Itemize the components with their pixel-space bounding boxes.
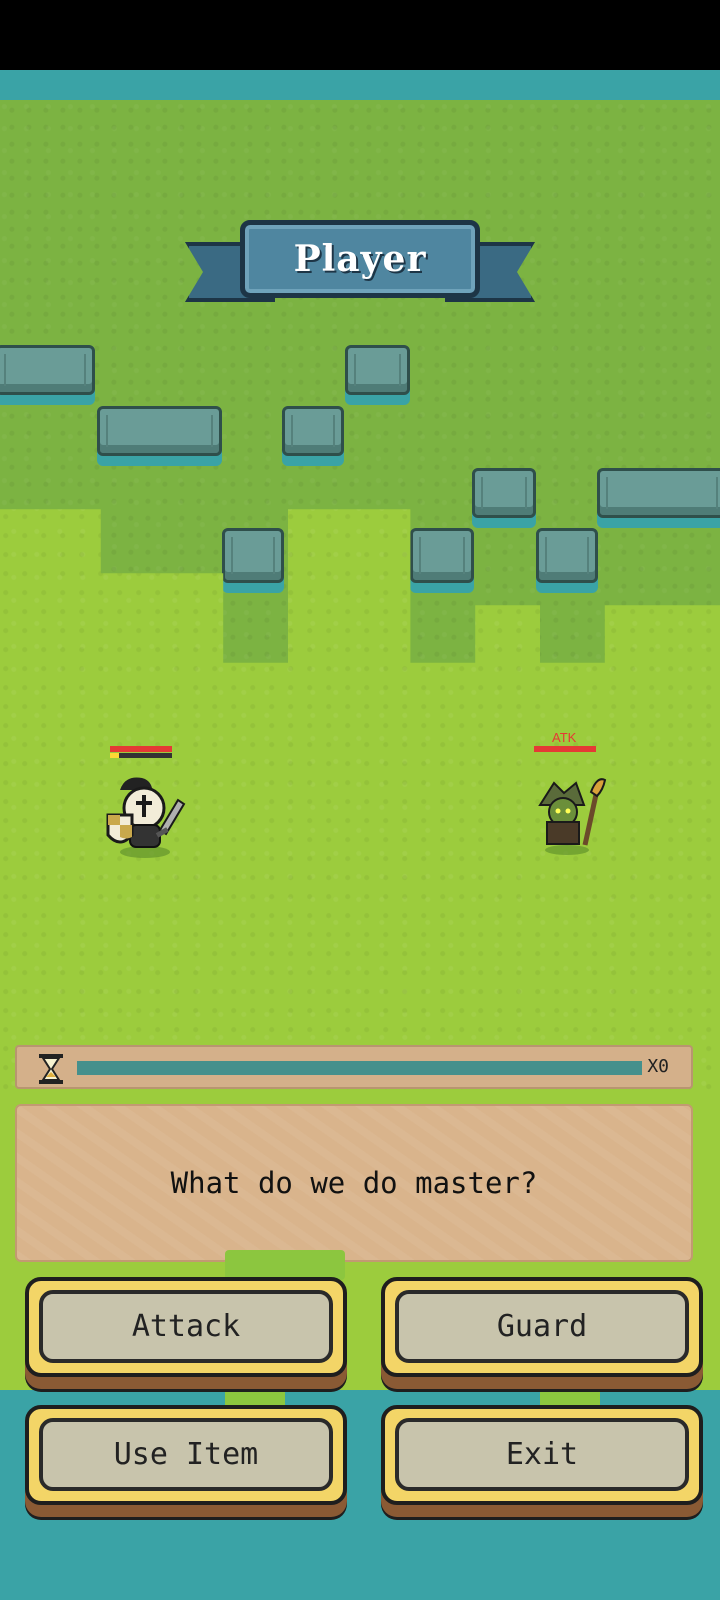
cliff-block — [536, 528, 598, 583]
banner-title: Player — [293, 238, 427, 280]
use-item-button-label: Use Item — [113, 1437, 259, 1472]
enemy-hp-bar — [534, 746, 596, 752]
use-item-button[interactable]: Use Item — [25, 1405, 347, 1505]
cliff-block — [0, 345, 95, 395]
exit-button-face: Exit — [395, 1418, 689, 1491]
banner-plate: Player — [240, 220, 480, 298]
grass-patch — [225, 1250, 345, 1280]
exit-button-label: Exit — [505, 1437, 579, 1472]
status-bar — [0, 0, 720, 70]
enemy-intent-label: ATK — [552, 730, 577, 745]
cliff-block — [282, 406, 344, 456]
cliff-block — [345, 345, 410, 395]
knight-sprite — [106, 777, 186, 858]
attack-button-face: Attack — [39, 1290, 333, 1363]
cliff-block — [97, 406, 222, 456]
turn-timer-panel: X0 — [15, 1045, 693, 1089]
cliff-block — [410, 528, 474, 583]
turn-multiplier: X0 — [647, 1056, 669, 1077]
dialog-text: What do we do master? — [170, 1166, 538, 1200]
guard-button-face: Guard — [395, 1290, 689, 1363]
turn-progress-track — [77, 1061, 642, 1075]
battle-scene: Player ATK X0 What do we do master? Atta… — [0, 70, 720, 1600]
attack-button[interactable]: Attack — [25, 1277, 347, 1377]
player-energy-bar — [110, 753, 172, 758]
dialog-box: What do we do master? — [15, 1104, 693, 1262]
hourglass-icon — [39, 1054, 63, 1084]
cliff-block — [222, 528, 284, 583]
use-item-button-face: Use Item — [39, 1418, 333, 1491]
goblin-sprite — [538, 778, 607, 855]
turn-progress-fill — [77, 1061, 642, 1075]
attack-button-label: Attack — [131, 1309, 241, 1344]
exit-button[interactable]: Exit — [381, 1405, 703, 1505]
cliff-block — [597, 468, 720, 518]
player-hp-bar — [110, 746, 172, 752]
guard-button-label: Guard — [496, 1309, 588, 1344]
player-energy-fill — [110, 753, 120, 758]
turn-banner: Player — [185, 220, 535, 310]
guard-button[interactable]: Guard — [381, 1277, 703, 1377]
cliff-block — [472, 468, 536, 518]
